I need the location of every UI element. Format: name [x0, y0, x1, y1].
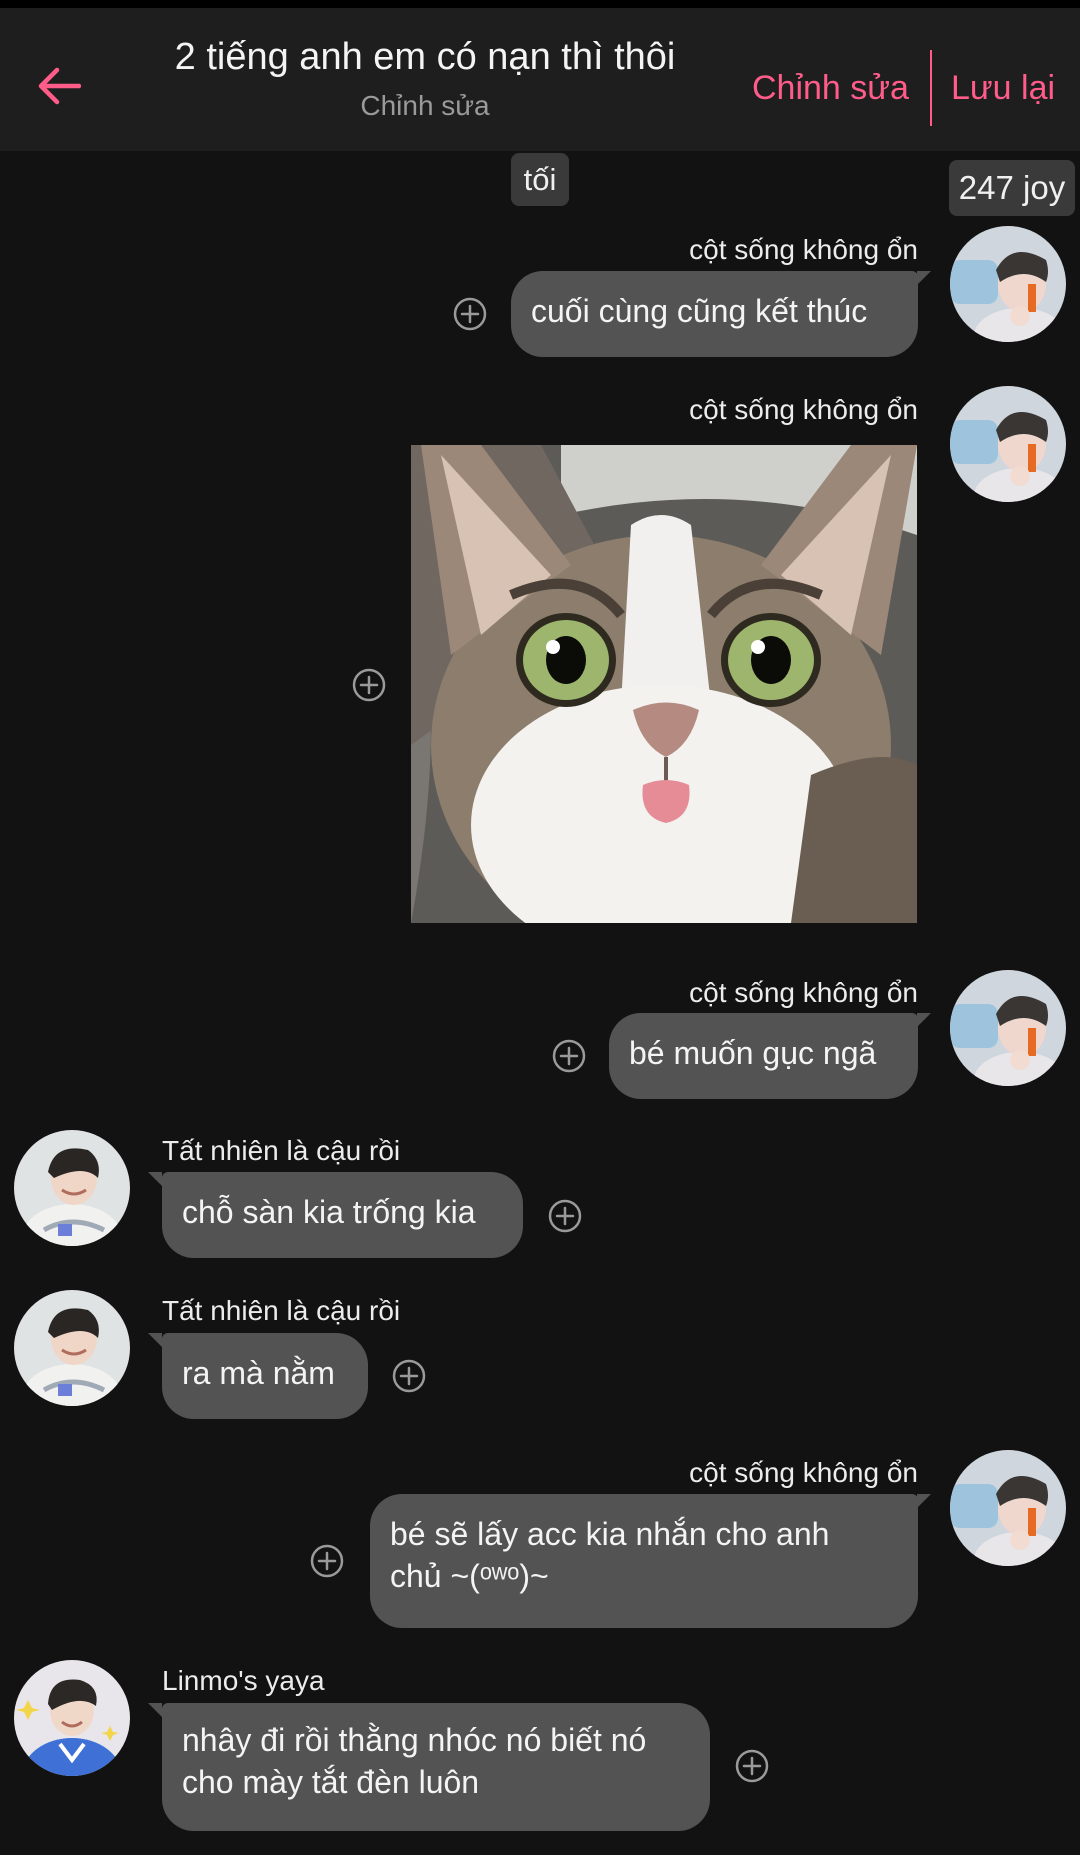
bubble-tail — [148, 1333, 162, 1347]
message-line: nhây đi rồi thằng nhóc nó biết nó — [182, 1722, 647, 1758]
plus-circle-icon[interactable] — [310, 1544, 344, 1578]
message-line: chủ ~(ᵒʷᵒ)~ — [390, 1558, 549, 1594]
conversation-title: 2 tiếng anh em có nạn thì thôi — [174, 36, 676, 78]
sender-name: Linmo's yaya — [162, 1665, 325, 1696]
arrow-left-icon — [38, 67, 81, 105]
message-line: bé sẽ lấy acc kia nhắn cho anh — [390, 1516, 830, 1552]
plus-circle-icon[interactable] — [552, 1039, 586, 1073]
title-block: 2 tiếng anh em có nạn thì thôi Chỉnh sửa — [130, 34, 720, 126]
plus-circle-icon[interactable] — [453, 297, 487, 331]
header-divider — [930, 50, 932, 126]
avatar[interactable] — [14, 1290, 130, 1406]
sender-name: Tất nhiên là cậu rồi — [162, 1295, 401, 1326]
conversation-subtitle: Chỉnh sửa — [360, 90, 490, 121]
message-line: cho mày tắt đèn luôn — [182, 1764, 480, 1800]
joy-count-badge: 247 joy — [949, 160, 1075, 216]
message-bubble[interactable]: nhây đi rồi thằng nhóc nó biết nó cho mà… — [162, 1703, 710, 1831]
plus-circle-icon[interactable] — [392, 1359, 426, 1393]
avatar[interactable] — [950, 226, 1066, 342]
bubble-tail — [917, 1013, 931, 1027]
chat-header: 2 tiếng anh em có nạn thì thôi Chỉnh sửa… — [0, 8, 1080, 151]
sender-name: cột sống không ổn — [689, 1457, 918, 1488]
status-bar-strip — [0, 0, 1080, 8]
edit-button[interactable]: Chỉnh sửa — [752, 62, 909, 114]
message-bubble[interactable]: cuối cùng cũng kết thúc — [511, 271, 918, 357]
avatar[interactable] — [950, 386, 1066, 502]
bubble-tail — [148, 1172, 162, 1186]
time-of-day-badge: tối — [511, 153, 569, 206]
sender-name: cột sống không ổn — [689, 394, 918, 425]
wide-eyed-cat-photo[interactable] — [411, 445, 917, 923]
message-bubble[interactable]: bé muốn gục ngã — [609, 1013, 918, 1099]
bubble-tail — [148, 1703, 162, 1717]
bubble-tail — [917, 271, 931, 285]
bubble-tail — [917, 1494, 931, 1508]
sender-name: cột sống không ổn — [689, 234, 918, 265]
message-bubble[interactable]: bé sẽ lấy acc kia nhắn cho anh chủ ~(ᵒʷᵒ… — [370, 1494, 918, 1628]
plus-circle-icon[interactable] — [548, 1199, 582, 1233]
back-button[interactable] — [22, 50, 94, 122]
plus-circle-icon[interactable] — [735, 1749, 769, 1783]
message-bubble[interactable]: chỗ sàn kia trống kia — [162, 1172, 523, 1258]
message-bubble[interactable]: ra mà nằm — [162, 1333, 368, 1419]
plus-circle-icon[interactable] — [352, 668, 386, 702]
avatar[interactable] — [950, 970, 1066, 1086]
avatar[interactable] — [14, 1660, 130, 1776]
sender-name: cột sống không ổn — [689, 977, 918, 1008]
avatar[interactable] — [14, 1130, 130, 1246]
avatar[interactable] — [950, 1450, 1066, 1566]
sender-name: Tất nhiên là cậu rồi — [162, 1135, 401, 1166]
save-button[interactable]: Lưu lại — [951, 62, 1055, 114]
